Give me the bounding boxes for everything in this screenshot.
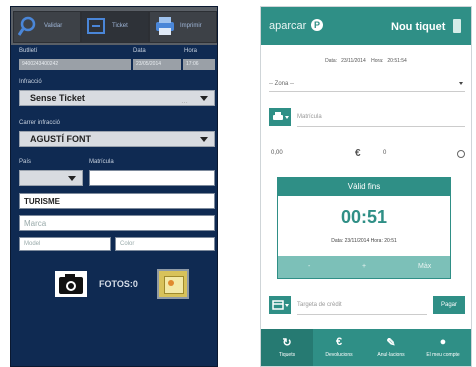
zona-select[interactable]: -- Zona -- <box>269 77 465 92</box>
infraccio-select[interactable]: Sense Ticket … <box>19 90 215 106</box>
valid-hour-value: 20:51 <box>384 238 397 244</box>
time-adjust-bar: - + Màx <box>278 256 450 278</box>
model-input[interactable]: Model <box>19 237 111 251</box>
valid-title: Vàlid fins <box>278 178 450 196</box>
chevron-down-icon <box>200 96 208 101</box>
validate-label: Validar <box>44 23 63 29</box>
clock-icon <box>457 150 465 158</box>
current-datetime: Data: 23/11/2014 Hora: 20:51:54 <box>261 58 471 64</box>
ticket-button[interactable]: Ticket <box>81 11 149 43</box>
matricula-input[interactable]: Matrícula <box>297 108 465 127</box>
valid-date-value: 23/11/2014 <box>344 238 370 244</box>
minutes-value[interactable]: 0 <box>383 150 386 156</box>
app-header: aparcar P Nou tiquet <box>261 7 471 45</box>
ticket-label: Ticket <box>112 23 128 29</box>
hour-value: 20:51:54 <box>387 58 407 64</box>
nav-label: El meu compte <box>426 352 460 358</box>
date-value: 23/11/2014 <box>341 58 366 64</box>
pais-label: País <box>19 159 32 165</box>
infraccio-label: Infracció <box>19 79 42 85</box>
euro-icon: € <box>335 336 343 348</box>
right-app-screen: aparcar P Nou tiquet Data: 23/11/2014 Hor… <box>260 6 472 367</box>
left-toolbar: Validar Ticket Imprimir <box>11 7 217 45</box>
valid-time: 00:51 <box>340 207 388 227</box>
pay-button[interactable]: Pagar <box>433 296 465 314</box>
marca-input[interactable]: Marca <box>19 215 215 231</box>
validate-button[interactable]: Validar <box>13 11 81 43</box>
date-label: Data: <box>325 58 338 64</box>
ticket-icon <box>87 18 105 34</box>
data-value: 23/05/2014 <box>133 59 181 70</box>
ticket-icon: ↻ <box>282 337 292 349</box>
valid-date-label: Data: <box>331 238 344 244</box>
butlleti-value: 9400243400242 <box>19 59 131 70</box>
print-button[interactable]: Imprimir <box>149 11 217 43</box>
chevron-down-icon <box>200 137 208 142</box>
fotos-count: FOTOS:0 <box>99 279 138 289</box>
printer-icon <box>156 17 174 35</box>
vehicle-type-button[interactable] <box>269 108 291 126</box>
gallery-button[interactable] <box>157 269 189 299</box>
user-icon: ● <box>439 336 447 348</box>
hora-label: Hora <box>184 48 198 54</box>
payment-type-button[interactable] <box>269 296 291 314</box>
infraccio-value: Sense Ticket <box>30 93 85 103</box>
search-icon <box>18 16 36 36</box>
carrer-value: AGUSTÍ FONT <box>30 134 91 144</box>
carrer-select[interactable]: AGUSTÍ FONT <box>19 131 215 147</box>
nav-el-meu-compte[interactable]: ● El meu compte <box>417 329 469 366</box>
bottom-nav: ↻ Tiquets € Devolucions ✎ Anul·lacions ●… <box>261 329 471 366</box>
amount-value[interactable]: 0,00 <box>271 150 283 156</box>
logo-icon: P <box>311 19 323 31</box>
color-input[interactable]: Color <box>115 237 215 251</box>
pais-select[interactable] <box>19 170 83 186</box>
left-app-screen: Validar Ticket Imprimir Butlletí Data Ho… <box>10 6 218 367</box>
euro-icon: € <box>355 148 361 159</box>
zona-placeholder: -- Zona -- <box>269 81 295 87</box>
credit-card-icon <box>272 300 289 310</box>
butlleti-label: Butlletí <box>19 48 38 54</box>
data-label: Data <box>133 48 146 54</box>
hora-value: 17:06 <box>183 59 215 70</box>
carrer-label: Carrer infracció <box>19 120 61 126</box>
app-logo-text: aparcar <box>269 20 307 32</box>
gallery-icon <box>164 276 184 294</box>
matricula-input[interactable] <box>89 170 215 186</box>
nav-label: Tiquets <box>278 352 296 358</box>
valid-until-card: Vàlid fins 00:51 Data: 23/11/2014 Hora: … <box>277 177 451 279</box>
decrease-button[interactable]: - <box>308 263 310 270</box>
chevron-down-icon <box>459 82 463 85</box>
separator-icon: … <box>181 98 188 105</box>
nav-devolucions[interactable]: € Devolucions <box>313 329 365 366</box>
nav-tiquets[interactable]: ↻ Tiquets <box>261 329 313 366</box>
eraser-icon: ✎ <box>386 337 396 349</box>
page-title: Nou tiquet <box>391 21 446 33</box>
valid-hour-label: Hora: <box>370 238 383 244</box>
nav-label: Anul·lacions <box>377 352 405 358</box>
nav-label: Devolucions <box>325 352 353 358</box>
phone-icon[interactable] <box>453 19 461 33</box>
increase-button[interactable]: + <box>362 263 366 270</box>
car-icon <box>273 112 289 120</box>
chevron-down-icon <box>68 176 76 181</box>
camera-button[interactable] <box>55 271 87 297</box>
print-label: Imprimir <box>180 23 202 29</box>
max-button[interactable]: Màx <box>418 263 431 270</box>
credit-card-input[interactable]: Targeta de crèdit <box>297 296 427 315</box>
tipus-input[interactable]: TURISME <box>19 193 215 209</box>
hour-label: Hora: <box>371 58 384 64</box>
matricula-label: Matrícula <box>89 159 114 165</box>
valid-datetime: Data: 23/11/2014 Hora: 20:51 <box>278 238 450 244</box>
nav-anullacions[interactable]: ✎ Anul·lacions <box>365 329 417 366</box>
